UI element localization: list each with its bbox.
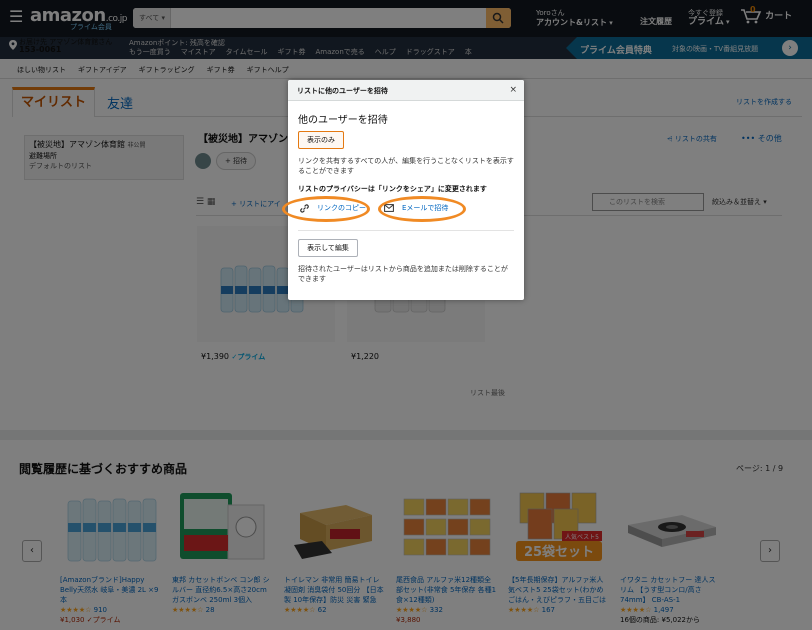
highlight-oval-email-invite — [378, 196, 466, 222]
view-edit-description: 招待されたユーザーはリストから商品を追加または削除することができます — [298, 265, 508, 283]
divider — [298, 230, 514, 231]
privacy-notice: リストのプライバシーは「リンクをシェア」に変更されます — [298, 185, 487, 193]
view-edit-button[interactable]: 表示して編集 — [298, 239, 358, 257]
modal-title: リストに他のユーザーを招待 — [297, 87, 388, 95]
invite-modal: リストに他のユーザーを招待 × 他のユーザーを招待 表示のみ リンクを共有するす… — [282, 80, 524, 300]
view-only-description: リンクを共有するすべての人が、編集を行うことなくリストを表示することができます — [298, 157, 514, 175]
highlight-oval-copy-link — [282, 196, 370, 222]
close-icon[interactable]: × — [509, 85, 517, 95]
modal-heading: 他のユーザーを招待 — [298, 115, 388, 126]
view-only-button[interactable]: 表示のみ — [298, 131, 344, 149]
modal-header: リストに他のユーザーを招待 × — [288, 80, 524, 101]
